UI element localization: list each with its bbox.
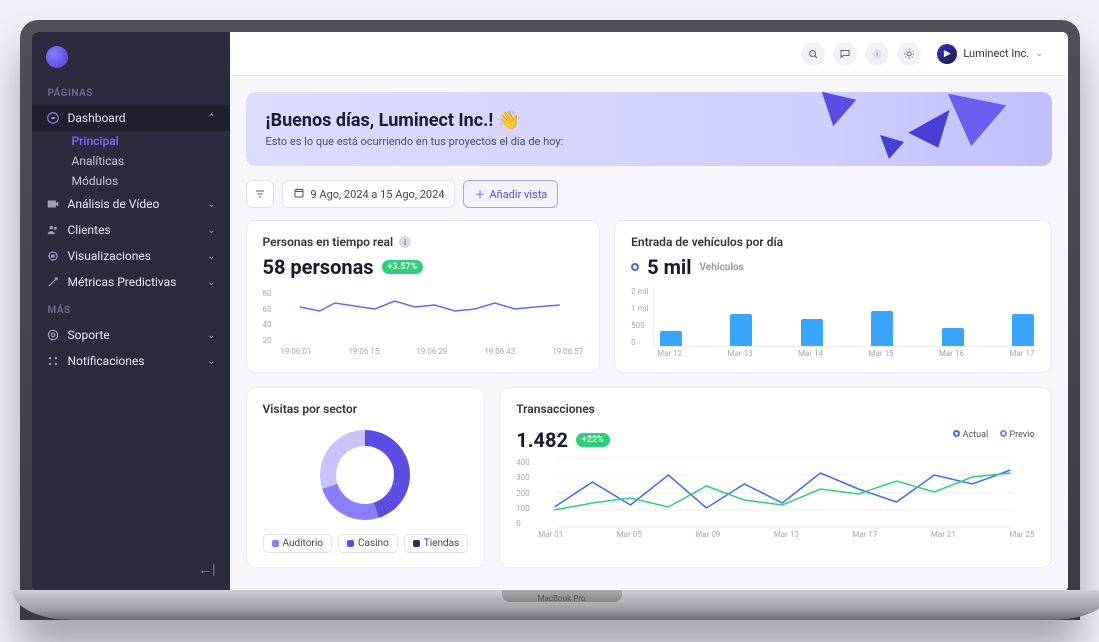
sidebar-item-clientes[interactable]: Clientes ⌄ bbox=[32, 217, 230, 243]
bar bbox=[1012, 314, 1034, 346]
legend-item-actual[interactable]: Actual bbox=[953, 430, 988, 440]
vehicles-bar-chart bbox=[653, 287, 1035, 347]
card-realtime-people: Personas en tiempo real i 58 personas +3… bbox=[246, 220, 601, 373]
chart-x-axis: Mar 12 Mar 13 Mar 14 Mar 15 Mar 16 Mar 1… bbox=[631, 349, 1034, 358]
sidebar-section-pages: PÁGINAS bbox=[32, 78, 230, 105]
legend-item-casino[interactable]: Casino bbox=[338, 534, 398, 553]
lifebuoy-icon bbox=[46, 328, 60, 342]
bar bbox=[730, 314, 752, 346]
filter-button[interactable] bbox=[246, 180, 274, 208]
card-value: 5 mil bbox=[647, 255, 691, 279]
transactions-line-chart bbox=[534, 458, 1035, 528]
chart-legend: Auditorio Casino Tiendas bbox=[263, 534, 469, 553]
plus-icon: ＋ bbox=[474, 186, 485, 202]
chevron-down-icon: ⌄ bbox=[207, 199, 215, 210]
sidebar-item-label: Clientes bbox=[68, 223, 111, 237]
sidebar: PÁGINAS Dashboard ⌃ Principal Analíticas… bbox=[32, 32, 230, 592]
eye-icon bbox=[46, 249, 60, 263]
series-dot-icon bbox=[631, 263, 639, 271]
bell-icon bbox=[46, 354, 60, 368]
chat-button[interactable] bbox=[833, 42, 857, 66]
delta-badge: +22% bbox=[576, 433, 610, 447]
date-range-label: 9 Ago, 2024 a 15 Ago, 2024 bbox=[311, 188, 445, 201]
hero-banner: ¡Buenos días, Luminect Inc.! 👋 Esto es l… bbox=[246, 92, 1052, 166]
legend-item-auditorio[interactable]: Auditorio bbox=[263, 534, 332, 553]
chart-legend: Actual Previo bbox=[953, 430, 1034, 440]
users-icon bbox=[46, 223, 60, 237]
info-button[interactable]: i bbox=[865, 42, 889, 66]
workspace-selector[interactable]: ▶ Luminect Inc. ⌄ bbox=[929, 40, 1051, 68]
chart-y-axis: 2 mil 1 mil 500 0 bbox=[631, 287, 652, 347]
delta-badge: +3.57% bbox=[382, 260, 424, 274]
chart-x-axis: Mar 01 Mar 05 Mar 09 Mar 13 Mar 17 Mar 2… bbox=[516, 530, 1034, 539]
sidebar-item-analisis-video[interactable]: Análisis de Vídeo ⌄ bbox=[32, 191, 230, 217]
donut-chart bbox=[320, 430, 410, 520]
sidebar-item-label: Notificaciones bbox=[68, 354, 145, 368]
info-icon[interactable]: i bbox=[399, 236, 411, 248]
triangle-icon bbox=[942, 92, 1012, 152]
card-title: Transacciones bbox=[516, 402, 595, 416]
card-sectors: Visitas por sector Auditorio Casino Tien… bbox=[246, 387, 486, 568]
sidebar-item-label: Métricas Predictivas bbox=[68, 275, 177, 289]
legend-item-tiendas[interactable]: Tiendas bbox=[404, 534, 468, 553]
add-view-label: Añadir vista bbox=[489, 188, 547, 201]
add-view-button[interactable]: ＋ Añadir vista bbox=[463, 180, 558, 208]
sidebar-sub-analiticas[interactable]: Analíticas bbox=[32, 151, 230, 171]
realtime-line-chart bbox=[276, 289, 584, 345]
video-icon bbox=[46, 197, 60, 211]
sidebar-item-label: Análisis de Vídeo bbox=[68, 197, 160, 211]
workspace-avatar-icon: ▶ bbox=[937, 44, 957, 64]
chevron-down-icon: ⌄ bbox=[207, 225, 215, 236]
collapse-sidebar-button[interactable]: ←| bbox=[198, 561, 215, 578]
svg-text:i: i bbox=[877, 52, 878, 58]
search-button[interactable] bbox=[801, 42, 825, 66]
chevron-down-icon: ⌄ bbox=[207, 277, 215, 288]
main-content: i ▶ Luminect Inc. ⌄ ¡Buenos días, Lumine… bbox=[230, 32, 1068, 592]
sidebar-item-soporte[interactable]: Soporte ⌄ bbox=[32, 322, 230, 348]
sidebar-item-label: Dashboard bbox=[68, 111, 126, 125]
chevron-up-icon: ⌃ bbox=[207, 113, 215, 124]
sidebar-section-more: MÁS bbox=[32, 295, 230, 322]
sidebar-item-visualizaciones[interactable]: Visualizaciones ⌄ bbox=[32, 243, 230, 269]
chart-y-axis: 80 60 40 20 bbox=[263, 289, 276, 345]
bar bbox=[871, 311, 893, 346]
bar bbox=[801, 319, 823, 346]
calendar-icon bbox=[293, 187, 305, 202]
wand-icon bbox=[46, 275, 60, 289]
card-value: 1.482 bbox=[516, 428, 568, 452]
sidebar-item-notificaciones[interactable]: Notificaciones ⌄ bbox=[32, 348, 230, 374]
toolbar: 9 Ago, 2024 a 15 Ago, 2024 ＋ Añadir vist… bbox=[246, 180, 1052, 208]
laptop-model-label: MacBook Pro bbox=[12, 594, 1099, 603]
triangle-icon bbox=[816, 92, 862, 132]
triangle-icon bbox=[877, 132, 907, 162]
bar bbox=[660, 331, 682, 346]
card-title: Entrada de vehículos por día bbox=[631, 235, 783, 249]
sidebar-sub-modulos[interactable]: Módulos bbox=[32, 171, 230, 191]
card-title: Personas en tiempo real bbox=[263, 235, 394, 249]
legend-item-previo[interactable]: Previo bbox=[1000, 430, 1034, 440]
topbar: i ▶ Luminect Inc. ⌄ bbox=[230, 32, 1068, 76]
theme-button[interactable] bbox=[897, 42, 921, 66]
card-title: Visitas por sector bbox=[263, 402, 358, 416]
card-value: 58 personas bbox=[263, 255, 374, 279]
card-transactions: Transacciones 1.482 +22% Actual Previo bbox=[499, 387, 1051, 568]
card-unit: Vehículos bbox=[699, 262, 743, 273]
app-logo[interactable] bbox=[46, 46, 68, 68]
sidebar-sub-principal[interactable]: Principal bbox=[32, 131, 230, 151]
sidebar-item-dashboard[interactable]: Dashboard ⌃ bbox=[32, 105, 230, 131]
chevron-down-icon: ⌄ bbox=[1035, 48, 1043, 59]
chevron-down-icon: ⌄ bbox=[207, 356, 215, 367]
card-vehicles: Entrada de vehículos por día 5 mil Vehíc… bbox=[614, 220, 1051, 373]
date-range-button[interactable]: 9 Ago, 2024 a 15 Ago, 2024 bbox=[282, 180, 456, 208]
chart-x-axis: 19:06:01 19:06:15 19:06:29 19:06:43 19:0… bbox=[263, 347, 584, 356]
chevron-down-icon: ⌄ bbox=[207, 251, 215, 262]
sidebar-item-metricas[interactable]: Métricas Predictivas ⌄ bbox=[32, 269, 230, 295]
sidebar-item-label: Visualizaciones bbox=[68, 249, 151, 263]
chart-y-axis: 400 300 200 100 0 bbox=[516, 458, 534, 528]
sidebar-item-label: Soporte bbox=[68, 328, 110, 342]
workspace-name: Luminect Inc. bbox=[963, 47, 1029, 60]
bar bbox=[942, 328, 964, 346]
dashboard-icon bbox=[46, 111, 60, 125]
chevron-down-icon: ⌄ bbox=[207, 330, 215, 341]
